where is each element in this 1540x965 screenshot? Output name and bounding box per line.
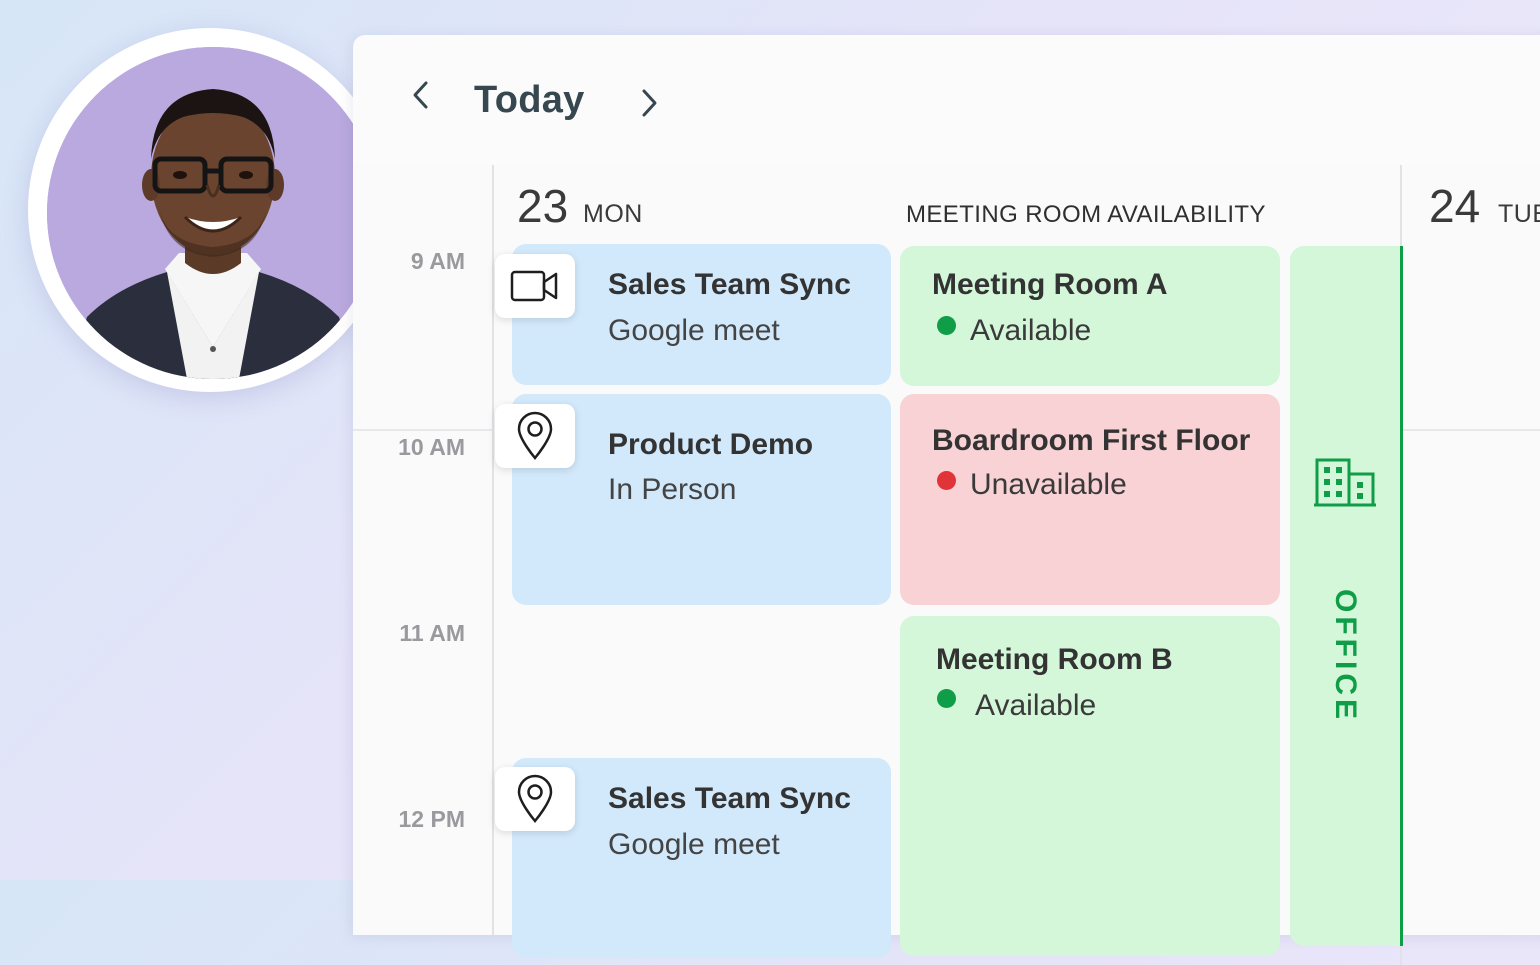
calendar-panel: Today 9 AM 10 AM 11 AM 12 PM 23 MON MEET… <box>353 35 1540 965</box>
hour-gridline <box>353 429 492 431</box>
day-name-mon: MON <box>583 200 643 228</box>
chevron-right-icon <box>642 89 657 117</box>
room-name: Boardroom First Floor <box>932 424 1251 457</box>
today-button[interactable]: Today <box>474 79 585 122</box>
room-name: Meeting Room A <box>932 268 1168 301</box>
room-card[interactable]: Boardroom First Floor Unavailable <box>900 394 1280 605</box>
time-label-11am: 11 AM <box>399 620 465 646</box>
event-subtitle: In Person <box>608 473 737 506</box>
user-avatar-photo <box>47 47 379 379</box>
day-name-tue: TUE <box>1498 200 1540 228</box>
event-type-badge <box>495 254 575 318</box>
avatar[interactable] <box>47 47 379 379</box>
event-subtitle: Google meet <box>608 314 780 347</box>
room-card[interactable]: Meeting Room A Available <box>900 246 1280 386</box>
location-pin-icon <box>517 411 553 460</box>
meeting-room-availability-title: MEETING ROOM AVAILABILITY <box>906 201 1266 228</box>
event-card[interactable]: Product Demo In Person <box>495 394 891 605</box>
event-type-badge <box>495 404 575 468</box>
event-title: Sales Team Sync <box>608 782 851 815</box>
office-location-bar[interactable]: OFFICE <box>1290 246 1403 946</box>
status-dot <box>937 689 956 708</box>
time-label-10am: 10 AM <box>398 434 465 460</box>
time-axis-divider <box>492 165 494 935</box>
day-number-mon[interactable]: 23 <box>517 179 568 233</box>
status-dot <box>937 471 956 490</box>
room-status: Available <box>975 689 1097 722</box>
location-pin-icon <box>517 774 553 823</box>
event-card[interactable]: Sales Team Sync Google meet <box>495 244 891 385</box>
status-dot <box>937 316 956 335</box>
office-label: OFFICE <box>1329 589 1362 723</box>
day-number-tue[interactable]: 24 <box>1429 179 1480 233</box>
time-label-9am: 9 AM <box>410 248 465 274</box>
room-card[interactable]: Meeting Room B Available <box>900 616 1280 956</box>
next-day-button[interactable] <box>629 83 669 123</box>
event-type-badge <box>495 767 575 831</box>
room-status: Available <box>970 314 1092 347</box>
event-subtitle: Google meet <box>608 828 780 861</box>
hour-gridline <box>1402 429 1540 431</box>
office-building-icon <box>1314 458 1376 507</box>
event-card[interactable]: Sales Team Sync Google meet <box>495 758 891 958</box>
chevron-left-icon <box>413 81 428 109</box>
event-title: Sales Team Sync <box>608 268 851 301</box>
room-name: Meeting Room B <box>936 643 1173 676</box>
time-label-12pm: 12 PM <box>398 806 465 832</box>
room-status: Unavailable <box>970 468 1127 501</box>
prev-day-button[interactable] <box>401 75 441 115</box>
video-camera-icon <box>510 270 558 302</box>
event-title: Product Demo <box>608 428 814 461</box>
